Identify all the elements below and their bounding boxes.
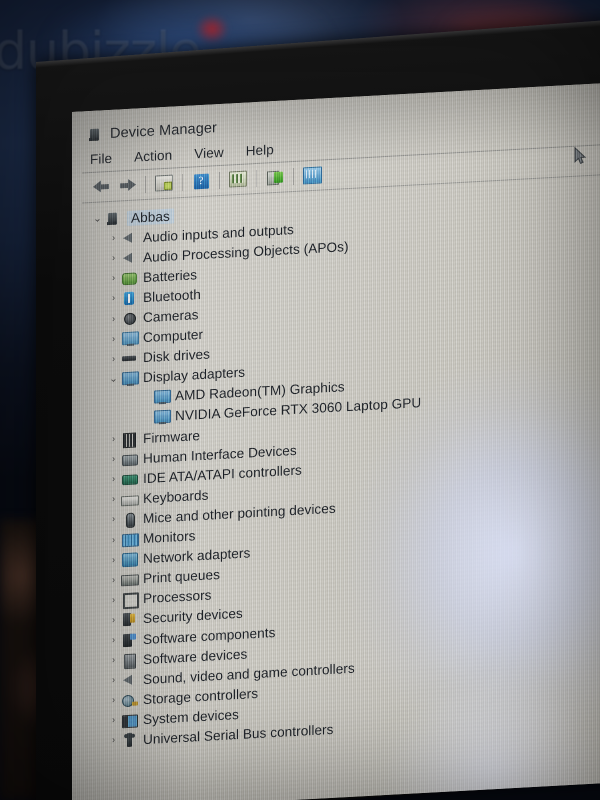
laptop-screen: Device Manager File Action View Help ? [72,81,600,800]
laptop-screen-photo: dubizzle Device Manager File Action View… [0,0,600,800]
screen-scanlines-horizontal [72,81,600,800]
